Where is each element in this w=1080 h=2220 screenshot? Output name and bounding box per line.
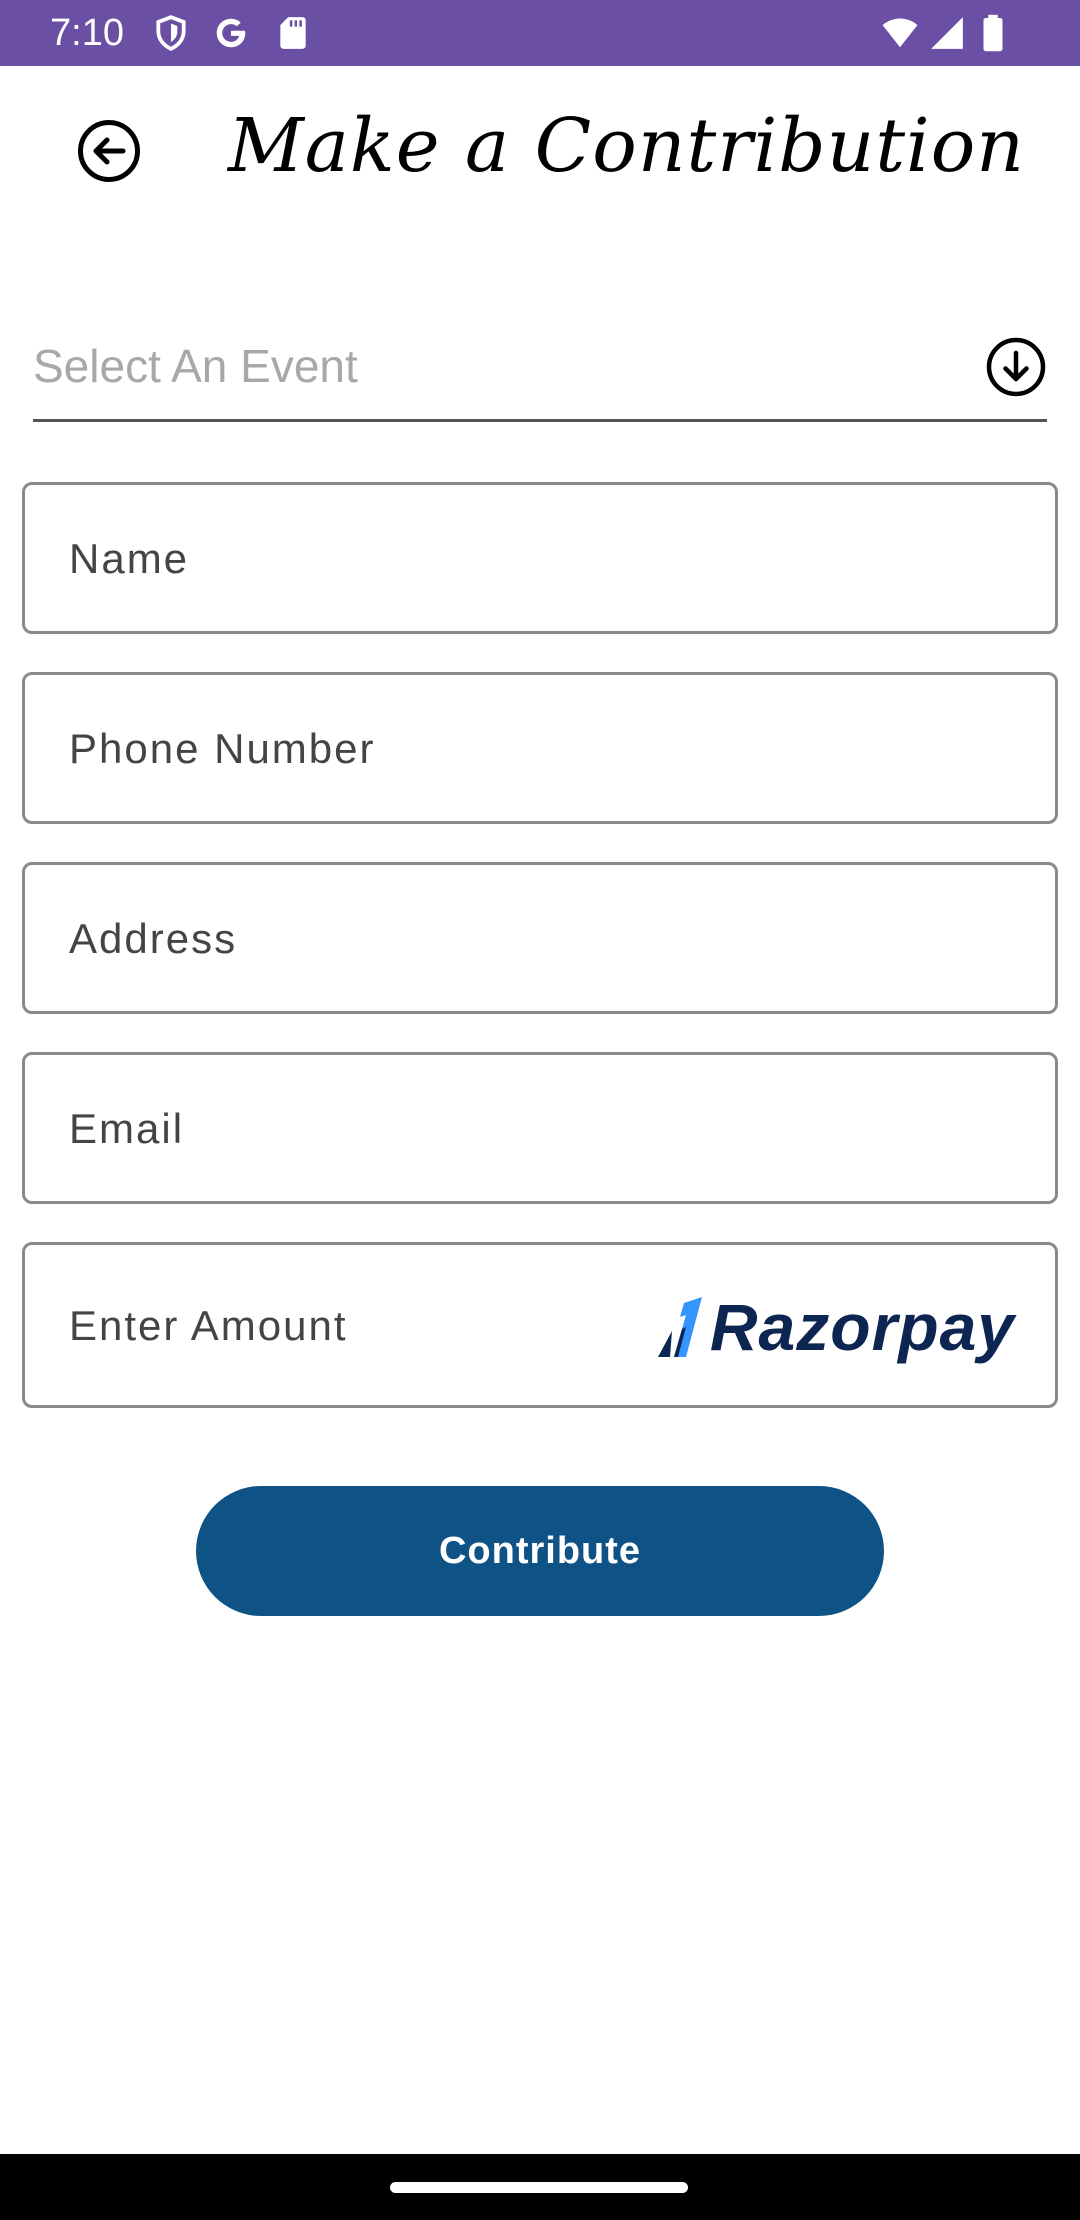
name-field[interactable]: Name [22, 482, 1058, 634]
phone-number-field[interactable]: Phone Number [22, 672, 1058, 824]
home-indicator[interactable] [390, 2182, 688, 2193]
page-title: Make a Contribution [228, 103, 1025, 189]
address-field-label: Address [69, 915, 238, 962]
screen: 7:10 Make a Contribution Select An Event… [0, 0, 1080, 2220]
event-select-dropdown[interactable]: Select An Event [33, 322, 1047, 422]
name-field-label: Name [69, 535, 190, 582]
email-field[interactable]: Email [22, 1052, 1058, 1204]
battery-icon [978, 14, 1016, 52]
status-time: 7:10 [50, 12, 124, 54]
status-bar: 7:10 [0, 0, 1080, 66]
amount-field-label: Enter Amount [69, 1302, 348, 1349]
address-field[interactable]: Address [22, 862, 1058, 1014]
sd-card-icon [274, 14, 312, 52]
razorpay-logo-text: Razorpay [709, 1290, 1015, 1364]
phone-number-field-label: Phone Number [69, 725, 376, 772]
google-icon [212, 14, 250, 52]
email-field-label: Email [69, 1105, 185, 1152]
navigation-bar [0, 2154, 1080, 2220]
razorpay-logo: Razorpay [656, 1287, 1015, 1367]
arrow-down-circle-icon [985, 336, 1047, 398]
razorpay-mark-icon [657, 1297, 702, 1357]
wifi-icon [880, 14, 918, 52]
shield-icon [152, 14, 190, 52]
event-select-placeholder: Select An Event [33, 340, 358, 392]
amount-field[interactable]: Enter Amount Razorpay [22, 1242, 1058, 1408]
arrow-left-circle-icon [78, 120, 140, 182]
signal-icon [928, 14, 966, 52]
contribute-button[interactable]: Contribute [196, 1486, 884, 1616]
back-button[interactable] [76, 118, 142, 184]
